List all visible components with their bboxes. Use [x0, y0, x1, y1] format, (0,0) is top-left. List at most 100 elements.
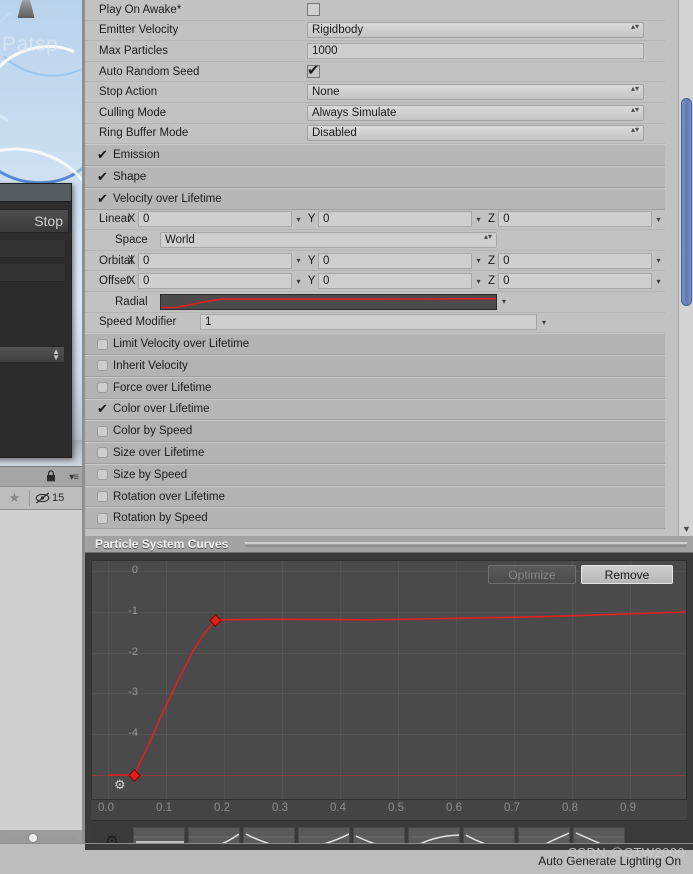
module-row-inherit-velocity[interactable]: Inherit Velocity [85, 354, 665, 377]
optimize-button[interactable]: Optimize [488, 565, 576, 584]
chevron-down-icon[interactable]: ▾ [472, 215, 485, 224]
particle-effect-panel[interactable]: Stop ▲ ▼ [0, 183, 72, 458]
module-toggle[interactable] [97, 338, 108, 350]
chevron-down-icon[interactable]: ▾ [652, 215, 665, 224]
dropdown-field[interactable]: Rigidbody ▴▾ [307, 22, 644, 39]
module-row-velocity-over-lifetime[interactable]: ✔ Velocity over Lifetime [85, 187, 665, 210]
velocity-x-field[interactable]: 0 [138, 211, 292, 228]
chevron-down-icon[interactable]: ▾ [537, 318, 551, 327]
module-row-size-by-speed[interactable]: Size by Speed [85, 463, 665, 486]
axis-label-z: Z [488, 275, 496, 288]
titlebar-grip [245, 542, 687, 547]
module-toggle[interactable] [97, 382, 108, 394]
velocity-y-field[interactable]: 0 [318, 211, 472, 228]
module-toggle[interactable] [97, 447, 108, 459]
chevron-down-icon[interactable]: ▾ [497, 297, 511, 306]
radial-curve-field[interactable] [160, 293, 497, 310]
velocity-row-label: Offset [99, 275, 130, 288]
module-row-color-over-lifetime[interactable]: ✔ Color over Lifetime [85, 398, 665, 421]
chevron-down-icon[interactable]: ▼ [682, 524, 691, 534]
chevron-down-icon[interactable]: ▾ [652, 277, 665, 286]
hierarchy-empty-area[interactable] [0, 510, 82, 830]
module-row-limit-velocity-over-lifetime[interactable]: Limit Velocity over Lifetime [85, 333, 665, 355]
size-slider[interactable] [6, 833, 76, 843]
property-label: Play On Awake* [99, 3, 182, 16]
dropdown-field[interactable]: None ▴▾ [307, 84, 644, 101]
dropdown-field[interactable]: Disabled ▴▾ [307, 125, 644, 142]
particle-system-curves-panel[interactable]: Particle System Curves 0-1-2-3-4⚙ Radial… [85, 536, 693, 860]
velocity-x-value: 0 [143, 254, 150, 267]
inspector-scrollbar[interactable]: ▼ [678, 0, 693, 536]
chevron-down-icon[interactable]: ▾ [472, 256, 485, 265]
curve-editor-titlebar[interactable]: Particle System Curves [85, 536, 693, 553]
module-label: Velocity over Lifetime [113, 192, 222, 205]
velocity-z-field[interactable]: 0 [498, 211, 653, 228]
property-row-ring-buffer-mode: Ring Buffer Mode Disabled ▴▾ [85, 124, 665, 145]
x-axis-band: 0.0 0.1 0.2 0.3 0.4 0.5 0.6 0.7 0.8 0.9 [91, 800, 687, 820]
text-field[interactable]: 1000 [307, 42, 644, 59]
hidden-objects-indicator[interactable]: 15 [30, 492, 82, 504]
module-label: Rotation by Speed [113, 512, 208, 525]
velocity-z-field[interactable]: 0 [498, 252, 653, 269]
chevron-down-icon[interactable]: ▾ [652, 256, 665, 265]
module-row-emission[interactable]: ✔ Emission [85, 144, 665, 166]
chevron-down-icon[interactable]: ▾ [292, 256, 305, 265]
property-row-culling-mode: Culling Mode Always Simulate ▴▾ [85, 103, 665, 124]
playback-speed-dropdown[interactable]: ▲ ▼ [0, 346, 65, 363]
check-icon[interactable]: ✔ [97, 147, 113, 163]
velocity-x-field[interactable]: 0 [138, 273, 292, 290]
chevron-down-icon[interactable]: ▾ [292, 215, 305, 224]
module-label: Shape [113, 170, 147, 183]
particle-effect-titlebar [0, 184, 71, 202]
scrollbar-thumb[interactable] [681, 98, 692, 306]
check-icon[interactable]: ✔ [97, 169, 113, 185]
velocity-y-field[interactable]: 0 [318, 252, 472, 269]
menu-icon[interactable]: ▾≡ [69, 472, 79, 483]
module-toggle[interactable] [97, 425, 108, 437]
speed-modifier-field[interactable]: 1 [200, 314, 537, 331]
scene-view-panel[interactable]: Patsp Stop ▲ ▼ ▾≡ ★ 15 [0, 0, 85, 843]
velocity-y-value: 0 [323, 254, 330, 267]
star-icon[interactable]: ★ [0, 490, 30, 506]
module-row-force-over-lifetime[interactable]: Force over Lifetime [85, 376, 665, 399]
particle-effect-row [0, 264, 65, 282]
check-icon[interactable]: ✔ [97, 191, 113, 207]
chevron-down-icon[interactable]: ▾ [292, 277, 305, 286]
module-row-rotation-by-speed[interactable]: Rotation by Speed [85, 507, 665, 530]
x-axis-tick-label: 0.0 [98, 802, 114, 814]
module-row-color-by-speed[interactable]: Color by Speed [85, 420, 665, 443]
velocity-x-field[interactable]: 0 [138, 252, 292, 269]
check-icon[interactable]: ✔ [97, 401, 113, 417]
module-toggle[interactable] [97, 469, 108, 481]
module-row-shape[interactable]: ✔ Shape [85, 165, 665, 188]
curve-graph[interactable]: 0 -1 -2 -3 -4 ⚙ [91, 560, 687, 800]
module-row-size-over-lifetime[interactable]: Size over Lifetime [85, 442, 665, 464]
scene-tabbar: ★ 15 [0, 486, 82, 510]
x-axis-tick-label: 0.6 [446, 802, 462, 814]
axis-label-y: Y [307, 213, 316, 226]
curve-line [108, 611, 686, 776]
dropdown-field[interactable]: Always Simulate ▴▾ [307, 104, 644, 121]
space-dropdown[interactable]: World ▴▾ [160, 231, 497, 248]
module-label: Inherit Velocity [113, 359, 188, 372]
velocity-z-field[interactable]: 0 [498, 273, 653, 290]
remove-button[interactable]: Remove [581, 565, 673, 584]
module-row-rotation-over-lifetime[interactable]: Rotation over Lifetime [85, 485, 665, 508]
inspector-panel[interactable]: Play On Awake* Emitter Velocity Rigidbody ▴… [85, 0, 693, 536]
property-label: Culling Mode [99, 106, 167, 119]
module-toggle[interactable] [97, 360, 108, 372]
stop-button[interactable]: Stop [0, 209, 69, 233]
gear-icon[interactable]: ⚙ [114, 777, 126, 795]
checkbox-unchecked[interactable] [307, 3, 320, 17]
chevron-down-icon[interactable]: ▾ [472, 277, 485, 286]
x-axis-tick-label: 0.3 [272, 802, 288, 814]
lock-icon[interactable] [46, 470, 56, 482]
module-toggle[interactable] [97, 512, 108, 524]
property-label: Emitter Velocity [99, 24, 179, 37]
size-slider-knob[interactable] [28, 833, 38, 843]
module-toggle[interactable] [97, 491, 108, 503]
velocity-y-field[interactable]: 0 [318, 273, 472, 290]
axis-label-y: Y [307, 254, 316, 267]
x-axis-tick-label: 0.4 [330, 802, 346, 814]
checkbox-checked[interactable] [307, 61, 320, 79]
